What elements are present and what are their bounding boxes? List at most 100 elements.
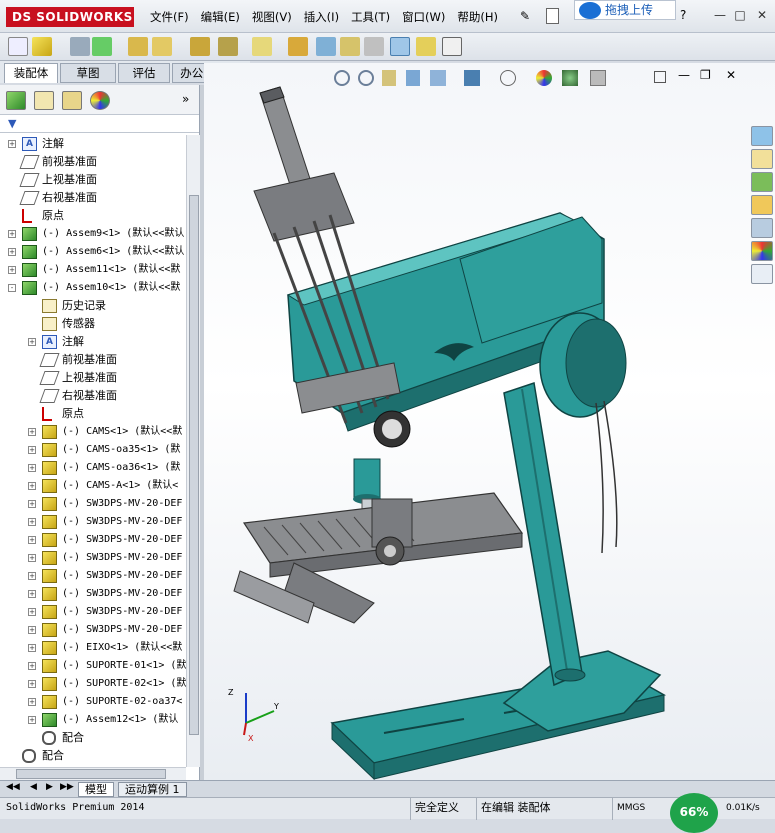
expand-icon[interactable]: + [28,338,36,346]
show-hidden-icon[interactable] [190,37,210,56]
expand-icon[interactable]: + [28,482,36,490]
assembly-features-icon[interactable] [218,37,238,56]
units-status[interactable]: MMGS [612,798,658,820]
reference-geometry-icon[interactable] [252,37,272,56]
tree-item[interactable]: 右视基准面 [0,387,186,405]
tree-item[interactable]: + (-) Assem9<1> (默认<<默认 [0,225,186,243]
solidworks-logo[interactable]: DS SOLIDWORKS [6,7,134,27]
tree-item[interactable]: 原点 [0,207,186,225]
expand-icon[interactable]: + [28,626,36,634]
tab-model[interactable]: 模型 [78,782,114,797]
close-button[interactable]: ✕ [754,8,770,22]
tree-horizontal-scrollbar[interactable] [0,767,186,780]
tree-item[interactable]: + (-) SW3DPS-MV-20-DEF [0,585,186,603]
new-document-icon[interactable] [546,8,559,24]
tree-item[interactable]: + (-) SW3DPS-MV-20-DEF [0,549,186,567]
tree-item[interactable]: + (-) SW3DPS-MV-20-DEF [0,621,186,639]
expand-icon[interactable]: + [28,464,36,472]
scroll-thumb[interactable] [189,195,199,735]
tree-item[interactable]: + A 注解 [0,135,186,153]
menu-tools[interactable]: 工具(T) [345,9,396,25]
expand-icon[interactable]: + [8,266,16,274]
tree-item[interactable]: + (-) SW3DPS-MV-20-DEF [0,603,186,621]
expand-icon[interactable]: + [28,428,36,436]
scroll-next-icon[interactable]: ▶ [46,782,53,792]
tab-sketch[interactable]: 草图 [60,63,116,83]
tree-item[interactable]: + (-) Assem12<1> (默认 [0,711,186,729]
mate-icon[interactable] [92,37,112,56]
expand-icon[interactable]: + [28,680,36,688]
expand-icon[interactable]: + [28,446,36,454]
expand-icon[interactable]: + [28,572,36,580]
tree-item[interactable]: 配合 [0,729,186,747]
configuration-manager-icon[interactable] [62,91,82,110]
expand-icon[interactable]: + [28,608,36,616]
tree-item[interactable]: + (-) SW3DPS-MV-20-DEF [0,531,186,549]
progress-gauge[interactable]: 66% [670,793,718,833]
menu-edit[interactable]: 编辑(E) [195,9,246,25]
display-manager-icon[interactable] [90,91,110,110]
design-library-icon[interactable] [751,172,773,192]
feature-manager-icon[interactable] [6,91,26,110]
tree-item[interactable]: + (-) SUPORTE-02<1> (默 [0,675,186,693]
menu-view[interactable]: 视图(V) [246,9,298,25]
pattern-icon[interactable] [128,37,148,56]
scroll-thumb-horizontal[interactable] [16,769,166,779]
instant3d-icon[interactable] [390,37,410,56]
menu-help[interactable]: 帮助(H) [451,9,504,25]
menu-insert[interactable]: 插入(I) [298,9,345,25]
expand-icon[interactable]: + [28,590,36,598]
expand-icon[interactable]: + [8,140,16,148]
tree-item[interactable]: + (-) CAMS-oa35<1> (默 [0,441,186,459]
tree-item[interactable]: + (-) SW3DPS-MV-20-DEF [0,495,186,513]
tree-item[interactable]: + A 注解 [0,333,186,351]
menu-file[interactable]: 文件(F) [144,9,195,25]
paperclip-icon[interactable] [8,37,28,56]
tree-item[interactable]: + (-) SW3DPS-MV-20-DEF [0,513,186,531]
new-motion-study-icon[interactable] [288,37,308,56]
minimize-button[interactable]: — [712,8,728,22]
expand-icon[interactable]: + [28,716,36,724]
menu-window[interactable]: 窗口(W) [396,9,451,25]
tree-item[interactable]: + (-) Assem6<1> (默认<<默认 [0,243,186,261]
view-palette-icon[interactable] [751,218,773,238]
collapse-icon[interactable]: - [8,284,16,292]
tree-item[interactable]: 前视基准面 [0,153,186,171]
smart-fasteners-icon[interactable] [416,37,436,56]
tree-item[interactable]: 配合 [0,747,186,765]
pin-icon[interactable]: ✎ [520,9,530,23]
tree-item[interactable]: + (-) SUPORTE-01<1> (默 [0,657,186,675]
drill-press-model[interactable] [204,63,775,780]
expand-icon[interactable]: + [28,698,36,706]
scroll-last-icon[interactable]: ▶▶ [60,782,74,792]
tab-evaluate[interactable]: 评估 [118,63,170,83]
tree-item[interactable]: + (-) CAMS<1> (默认<<默 [0,423,186,441]
help-icon[interactable]: ? [680,8,686,22]
insert-component-icon[interactable] [32,37,52,56]
tree-item[interactable]: + (-) EIXO<1> (默认<<默 [0,639,186,657]
file-explorer-icon[interactable] [751,195,773,215]
tree-item[interactable]: 上视基准面 [0,171,186,189]
large-design-review-icon[interactable] [442,37,462,56]
graphics-area[interactable]: — ❐ ✕ Z Y X [204,63,775,780]
tree-item[interactable]: + (-) CAMS-oa36<1> (默 [0,459,186,477]
scroll-prev-icon[interactable]: ◀ [30,782,37,792]
expand-icon[interactable]: + [28,500,36,508]
tree-item[interactable]: + (-) CAMS-A<1> (默认< [0,477,186,495]
solidworks-resources-icon[interactable] [751,126,773,146]
expand-icon[interactable]: + [8,230,16,238]
tree-item[interactable]: 原点 [0,405,186,423]
tree-vertical-scrollbar[interactable] [186,135,200,767]
tree-item[interactable]: 传感器 [0,315,186,333]
upload-button[interactable]: 拖拽上传 [574,0,676,20]
tree-item[interactable]: - (-) Assem10<1> (默认<<默 [0,279,186,297]
filter-icon[interactable]: ▼ [8,117,16,130]
expand-icon[interactable]: + [28,554,36,562]
expand-chevron-icon[interactable]: » [182,92,189,106]
tree-item[interactable]: 右视基准面 [0,189,186,207]
maximize-button[interactable]: □ [732,8,748,22]
explode-line-icon[interactable] [364,37,384,56]
tree-item[interactable]: + (-) Assem11<1> (默认<<默 [0,261,186,279]
tree-item[interactable]: + (-) SW3DPS-MV-20-DEF [0,567,186,585]
tree-item[interactable]: 历史记录 [0,297,186,315]
